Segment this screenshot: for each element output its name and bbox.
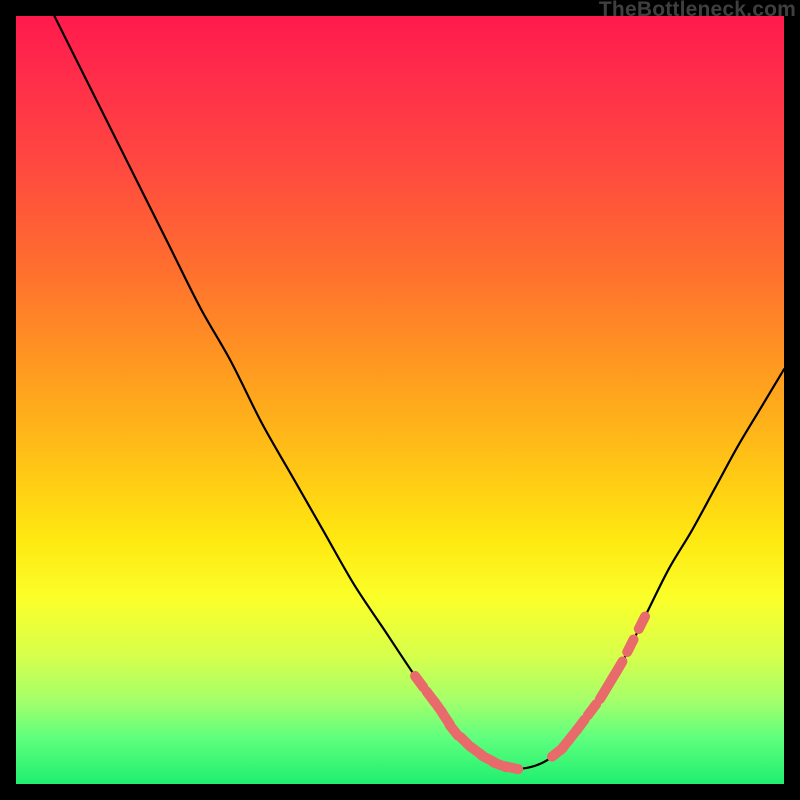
bottleneck-marker: [639, 616, 645, 629]
bottleneck-curve-path: [54, 16, 784, 769]
bottleneck-marker: [627, 640, 633, 653]
bottleneck-marker: [588, 704, 596, 715]
marker-layer: [415, 616, 645, 769]
curve-layer: [54, 16, 784, 769]
chart-frame: [16, 16, 784, 784]
bottleneck-chart: [16, 16, 784, 784]
watermark-label: TheBottleneck.com: [599, 0, 796, 22]
bottleneck-marker: [615, 661, 622, 673]
bottleneck-marker: [415, 676, 423, 687]
bottleneck-marker: [576, 720, 584, 731]
bottleneck-marker: [505, 766, 519, 769]
